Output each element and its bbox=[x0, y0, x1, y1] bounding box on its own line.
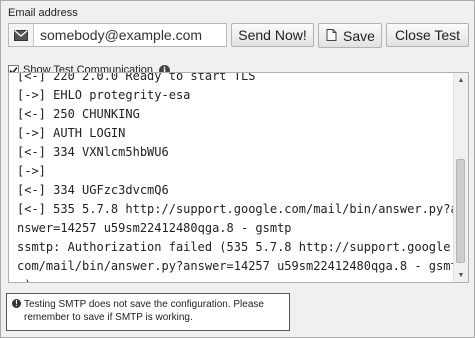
log-line: [->] AUTH LOGIN bbox=[17, 126, 126, 140]
mail-icon bbox=[9, 24, 34, 46]
log-line: [<-] 334 VXNlcm5hbWU6 bbox=[17, 145, 169, 159]
log-scrollbar[interactable]: ▲ ▼ bbox=[453, 73, 468, 282]
alert-icon: ! bbox=[12, 299, 21, 308]
log-line: ssmtp: Authorization failed (535 5.7.8 h… bbox=[17, 240, 458, 254]
scroll-down-arrow-icon[interactable]: ▼ bbox=[454, 268, 468, 282]
scrollbar-thumb[interactable] bbox=[456, 159, 465, 263]
email-field[interactable] bbox=[8, 23, 233, 47]
test-communication-log[interactable]: [<-] 220 2.0.0 Ready to start TLS [->] EH… bbox=[8, 72, 469, 283]
email-address-label: Email address bbox=[8, 7, 78, 19]
log-line: [<-] 334 UGFzc3dvcmQ6 bbox=[17, 183, 169, 197]
note-text: Testing SMTP does not save the configura… bbox=[24, 299, 264, 323]
log-line: [->] bbox=[17, 164, 46, 178]
save-icon bbox=[325, 28, 337, 44]
log-line: nswer=14257 u59sm22412480qga.8 - gsmtp bbox=[17, 221, 292, 235]
log-text: [<-] 220 2.0.0 Ready to start TLS [->] EH… bbox=[17, 72, 458, 282]
save-reminder-note: ! Testing SMTP does not save the configu… bbox=[6, 293, 290, 331]
close-test-button[interactable]: Close Test bbox=[386, 23, 469, 47]
smtp-test-panel: Email address Send Now! Save Close Test bbox=[0, 0, 475, 338]
log-line: [<-] 220 2.0.0 Ready to start TLS bbox=[17, 72, 256, 83]
log-line: [<-] 535 5.7.8 http://support.google.com… bbox=[17, 202, 458, 216]
send-now-button[interactable]: Send Now! bbox=[231, 23, 314, 47]
log-line: com/mail/bin/answer.py?answer=14257 u59s… bbox=[17, 259, 458, 273]
log-line: [->] EHLO protegrity-esa bbox=[17, 88, 191, 102]
log-line: [<-] 250 CHUNKING bbox=[17, 107, 140, 121]
email-input[interactable] bbox=[35, 24, 233, 46]
save-label: Save bbox=[343, 27, 375, 44]
close-test-label: Close Test bbox=[394, 27, 461, 43]
log-line: p) bbox=[17, 276, 453, 282]
save-button[interactable]: Save bbox=[318, 23, 382, 48]
scroll-up-arrow-icon[interactable]: ▲ bbox=[454, 73, 468, 87]
send-now-label: Send Now! bbox=[238, 27, 307, 43]
